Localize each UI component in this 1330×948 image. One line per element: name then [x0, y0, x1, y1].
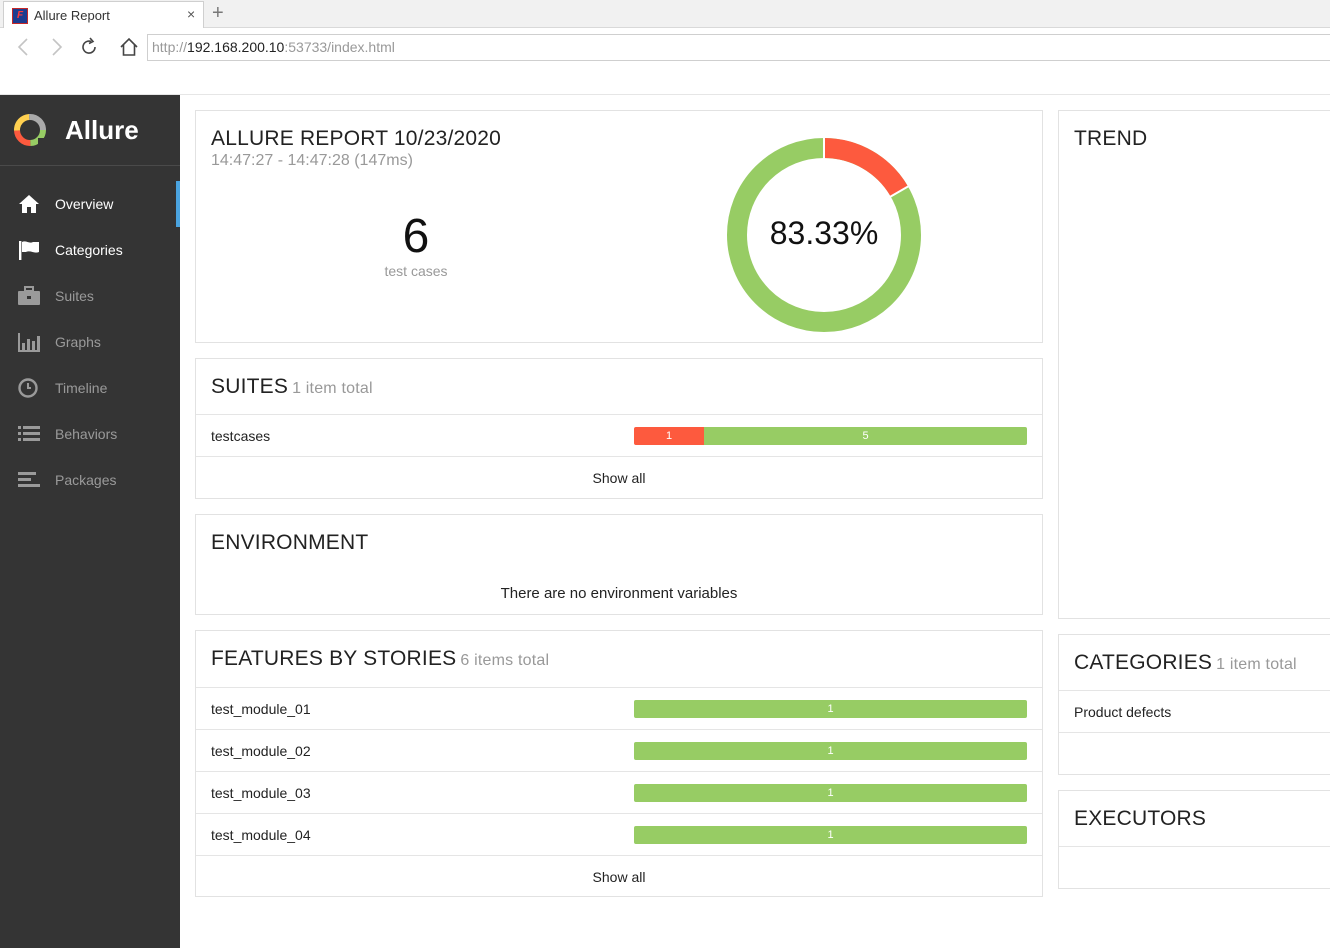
feature-status-bar[interactable]: 1	[634, 826, 1027, 844]
reload-icon[interactable]	[78, 36, 100, 58]
feature-name: test_module_03	[211, 785, 311, 801]
allure-logo-icon	[14, 114, 46, 146]
suites-widget: SUITES 1 item total testcases 1 5 Show al…	[195, 358, 1043, 499]
features-subtitle: 6 items total	[460, 652, 550, 669]
show-all-link[interactable]: Show all	[196, 869, 1042, 885]
browser-nav-bar: http://192.168.200.10:53733/index.html	[0, 28, 1330, 95]
url-scheme: http://	[152, 39, 188, 55]
sidebar-item-label: Suites	[55, 288, 94, 304]
passed-segment: 5	[704, 427, 1027, 445]
tab-title: Allure Report	[34, 8, 110, 23]
sidebar-item-label: Graphs	[55, 334, 101, 350]
forward-icon[interactable]	[46, 36, 66, 58]
categories-title-text: CATEGORIES	[1074, 651, 1213, 674]
show-all-link[interactable]: Show all	[196, 470, 1042, 486]
passed-segment: 1	[634, 700, 1027, 718]
sidebar-item-overview[interactable]: Overview	[0, 181, 180, 227]
sidebar-item-label: Packages	[55, 472, 117, 488]
trend-title: TREND	[1074, 127, 1148, 150]
feature-status-bar[interactable]: 1	[634, 700, 1027, 718]
table-row[interactable]: Product defects	[1059, 690, 1330, 732]
sidebar-item-graphs[interactable]: Graphs	[0, 319, 180, 365]
passed-segment: 1	[634, 742, 1027, 760]
table-row[interactable]: test_module_02 1	[196, 729, 1042, 771]
sidebar-item-categories[interactable]: Categories	[0, 227, 180, 273]
features-widget: FEATURES BY STORIES 6 items total test_mo…	[195, 630, 1043, 897]
passed-segment: 1	[634, 826, 1027, 844]
report-date: 14:47:27 - 14:47:28 (147ms)	[211, 152, 413, 169]
test-case-count: 6	[402, 210, 430, 263]
environment-widget: ENVIRONMENT There are no environment var…	[195, 514, 1043, 615]
new-tab-button[interactable]: +	[212, 2, 224, 25]
environment-empty-text: There are no environment variables	[500, 585, 738, 602]
feature-status-bar[interactable]: 1	[634, 742, 1027, 760]
sidebar-item-timeline[interactable]: Timeline	[0, 365, 180, 411]
clock-icon	[18, 378, 38, 398]
suites-title-text: SUITES	[211, 375, 289, 398]
feature-status-bar[interactable]: 1	[634, 784, 1027, 802]
brand-name: Allure	[65, 115, 139, 145]
test-case-count-label: test cases	[384, 263, 448, 279]
allure-favicon-icon: F	[12, 8, 28, 24]
table-row[interactable]: test_module_01 1	[196, 687, 1042, 729]
suite-status-bar[interactable]: 1 5	[634, 427, 1027, 445]
browser-tab[interactable]: F Allure Report ×	[3, 1, 204, 28]
sidebar-item-suites[interactable]: Suites	[0, 273, 180, 319]
list-icon	[18, 426, 40, 441]
table-row[interactable]: test_module_04 1	[196, 813, 1042, 855]
features-title: FEATURES BY STORIES 6 items total	[211, 647, 549, 671]
show-all-row	[1059, 732, 1330, 775]
suites-subtitle: 1 item total	[292, 380, 373, 397]
align-left-icon	[18, 472, 40, 487]
categories-widget: CATEGORIES 1 item total Product defects	[1058, 634, 1330, 775]
sidebar-item-label: Overview	[55, 196, 114, 212]
url-path: :53733/index.html	[284, 39, 395, 55]
categories-subtitle: 1 item total	[1216, 656, 1297, 673]
categories-title: CATEGORIES 1 item total	[1074, 651, 1297, 675]
features-title-text: FEATURES BY STORIES	[211, 647, 457, 670]
sidebar-menu: Overview Categories Suites Graphs Timeli…	[0, 181, 180, 503]
url-host: 192.168.200.10	[187, 39, 285, 55]
feature-name: test_module_04	[211, 827, 311, 843]
briefcase-icon	[18, 286, 40, 305]
summary-widget: ALLURE REPORT 10/23/2020 14:47:27 - 14:4…	[195, 110, 1043, 343]
address-bar[interactable]: http://192.168.200.10:53733/index.html	[147, 34, 1330, 61]
home-icon[interactable]	[118, 36, 140, 58]
category-name: Product defects	[1074, 704, 1172, 720]
sidebar: Allure Overview Categories Suites Graphs…	[0, 95, 180, 948]
table-row[interactable]: test_module_03 1	[196, 771, 1042, 813]
table-row[interactable]: testcases 1 5	[196, 414, 1042, 456]
back-icon[interactable]	[14, 36, 34, 58]
sidebar-item-label: Behaviors	[55, 426, 118, 442]
sidebar-item-packages[interactable]: Packages	[0, 457, 180, 503]
suite-name: testcases	[211, 428, 271, 444]
executors-title: EXECUTORS	[1074, 807, 1207, 830]
browser-tab-bar: F Allure Report × +	[0, 0, 1330, 28]
feature-name: test_module_01	[211, 701, 311, 717]
failed-segment: 1	[634, 427, 704, 445]
trend-widget: TREND	[1058, 110, 1330, 619]
sidebar-item-label: Categories	[55, 242, 123, 258]
suites-title: SUITES 1 item total	[211, 375, 373, 399]
flag-icon	[19, 241, 39, 260]
executors-empty-row	[1059, 846, 1330, 889]
brand[interactable]: Allure	[0, 95, 180, 166]
environment-title: ENVIRONMENT	[211, 531, 369, 554]
report-title: ALLURE REPORT 10/23/2020	[211, 127, 502, 150]
bar-chart-icon	[18, 333, 40, 352]
success-percent: 83.33%	[769, 215, 879, 251]
show-all-row: Show all	[196, 855, 1042, 897]
home-icon	[19, 195, 39, 213]
passed-segment: 1	[634, 784, 1027, 802]
sidebar-item-behaviors[interactable]: Behaviors	[0, 411, 180, 457]
tab-close-icon[interactable]: ×	[187, 6, 195, 22]
sidebar-item-label: Timeline	[55, 380, 108, 396]
show-all-row: Show all	[196, 456, 1042, 499]
feature-name: test_module_02	[211, 743, 311, 759]
executors-widget: EXECUTORS	[1058, 790, 1330, 889]
